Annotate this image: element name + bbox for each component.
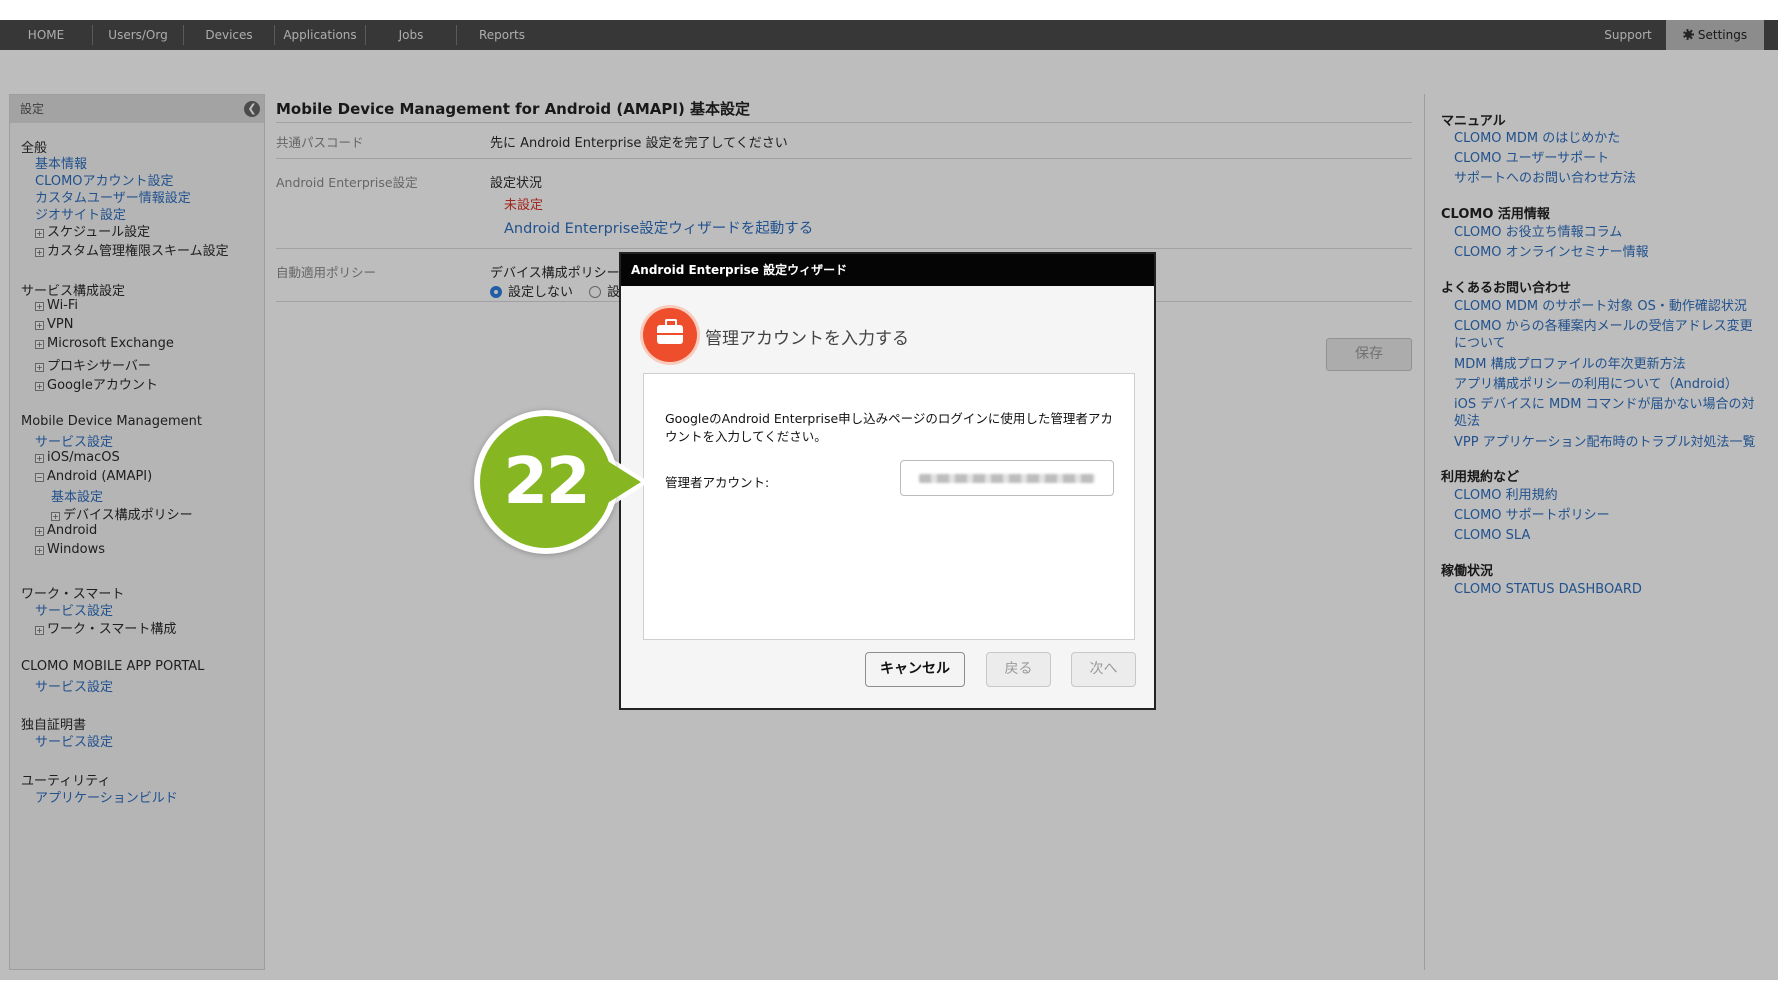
back-button[interactable]: 戻る [986, 652, 1051, 687]
briefcase-shape [657, 319, 683, 344]
admin-account-label: 管理者アカウント: [665, 475, 770, 490]
cancel-button[interactable]: キャンセル [865, 652, 965, 687]
admin-account-input[interactable] [900, 460, 1114, 496]
dialog-description: GoogleのAndroid Enterprise申し込みページのログインに使用… [665, 411, 1113, 444]
callout-arrow [606, 460, 641, 504]
dialog-form-panel: GoogleのAndroid Enterprise申し込みページのログインに使用… [643, 373, 1135, 640]
step-number: 22 [480, 416, 612, 548]
briefcase-icon [643, 308, 697, 362]
dialog-step-title: 管理アカウントを入力する [705, 329, 909, 349]
step-number-badge: 22 [474, 410, 618, 554]
dialog-title-bar: Android Enterprise 設定ウィザード [621, 254, 1154, 286]
setup-wizard-dialog: Android Enterprise 設定ウィザード 管理アカウントを入力する … [619, 252, 1156, 710]
next-button[interactable]: 次へ [1071, 652, 1136, 687]
redacted-value [919, 474, 1095, 483]
